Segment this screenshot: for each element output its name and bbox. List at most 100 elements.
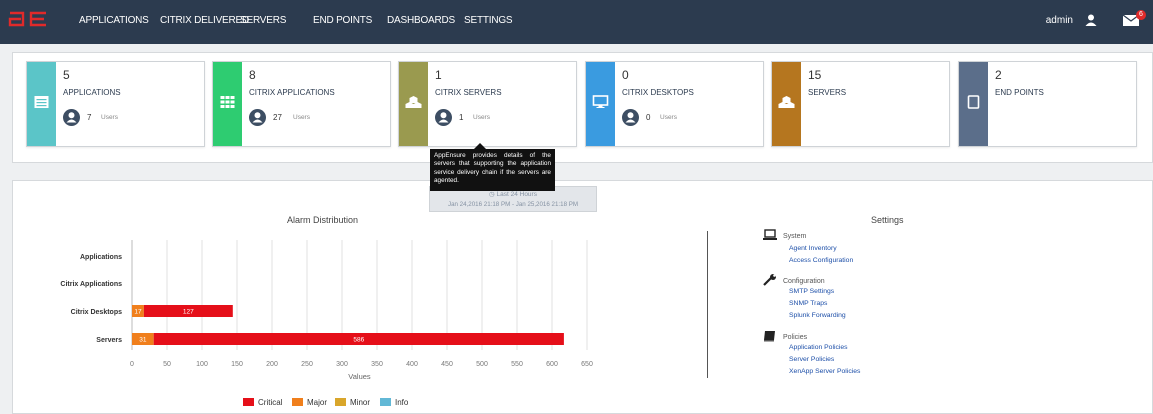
vertical-divider [707,231,708,378]
tile-users-label: Users [473,114,490,121]
x-tick-label: 0 [130,361,134,368]
top-navbar: APPLICATIONS CITRIX DELIVERED SERVERS EN… [0,0,1153,44]
tile-count: 1 [435,68,442,82]
legend-major-swatch [292,398,303,406]
tile-color-strip [399,62,428,146]
tablet-icon [967,95,980,109]
tile-citrix-applications[interactable]: 8 CITRIX APPLICATIONS 27 Users [212,61,391,147]
nav-end-points[interactable]: END POINTS [313,15,372,26]
tile-citrix-servers[interactable]: 1 CITRIX SERVERS 1 Users [398,61,577,147]
bar-value-label: 586 [353,337,364,344]
link-agent-inventory[interactable]: Agent Inventory [789,245,837,252]
x-tick-label: 550 [511,361,523,368]
category-label: Citrix Applications [60,281,122,288]
settings-group-label: Configuration [783,278,825,285]
link-server-policies[interactable]: Server Policies [789,356,834,363]
tile-applications[interactable]: 5 APPLICATIONS 7 Users [26,61,205,147]
nav-applications[interactable]: APPLICATIONS [79,15,149,26]
bar-value-label: 31 [139,337,147,344]
x-tick-label: 400 [406,361,418,368]
settings-title: Settings [871,215,904,225]
bar-value-label: 127 [183,309,194,316]
x-tick-label: 650 [581,361,593,368]
tile-users-count: 7 [87,113,92,122]
tile-users-count: 27 [273,113,282,122]
clock-icon: ◷ [489,191,495,198]
nav-dashboards[interactable]: DASHBOARDS [387,15,455,26]
tile-title: CITRIX SERVERS [435,88,502,97]
x-tick-label: 450 [441,361,453,368]
tile-title: CITRIX DESKTOPS [622,88,694,97]
link-smtp-settings[interactable]: SMTP Settings [789,288,834,295]
tile-title: SERVERS [808,88,847,97]
settings-group-label: System [783,233,807,240]
cubes-icon [778,96,795,108]
cubes-icon [405,96,422,108]
tile-title: CITRIX APPLICATIONS [249,88,335,97]
legend-critical-label: Critical [258,398,283,407]
tile-color-strip [959,62,988,146]
tile-count: 2 [995,68,1002,82]
book-icon [764,331,775,342]
tile-servers[interactable]: 15 SERVERS [771,61,950,147]
user-circle-icon [435,109,452,126]
user-circle-icon [63,109,80,126]
legend-info-label: Info [395,398,409,407]
chart-title: Alarm Distribution [287,215,359,225]
x-tick-label: 250 [301,361,313,368]
x-tick-label: 150 [231,361,243,368]
tile-users-count: 1 [459,113,464,122]
legend-critical-swatch [243,398,254,406]
tile-users-label: Users [293,114,310,121]
legend-minor[interactable]: Minor [335,398,370,407]
link-snmp-traps[interactable]: SNMP Traps [789,300,827,307]
bar-value-label: 17 [134,309,142,316]
user-name[interactable]: admin [1046,15,1073,26]
user-circle-icon [249,109,266,126]
tile-count: 5 [63,68,70,82]
tile-count: 0 [622,68,629,82]
appensure-logo[interactable] [8,9,48,29]
time-range-text: Last 24 Hours [496,191,537,198]
x-tick-label: 600 [546,361,558,368]
mail-count-badge: 6 [1136,10,1146,20]
legend-major-label: Major [307,398,328,407]
tile-end-points[interactable]: 2 END POINTS [958,61,1137,147]
grid-icon [220,96,235,108]
x-tick-label: 200 [266,361,278,368]
link-access-configuration[interactable]: Access Configuration [789,257,853,264]
legend-major[interactable]: Major [292,398,327,407]
tile-color-strip [586,62,615,146]
link-splunk-forwarding[interactable]: Splunk Forwarding [789,312,846,319]
wrench-icon [763,274,776,286]
tile-color-strip [772,62,801,146]
tile-users-label: Users [101,114,118,121]
link-application-policies[interactable]: Application Policies [789,344,848,351]
legend-critical[interactable]: Critical [243,398,282,407]
tile-title: END POINTS [995,88,1044,97]
tile-title: APPLICATIONS [63,88,121,97]
user-circle-icon [622,109,639,126]
citrix-servers-tooltip: AppEnsure provides details of the server… [430,149,555,191]
legend-minor-label: Minor [350,398,371,407]
legend-info[interactable]: Info [380,398,408,407]
settings-group-label: Policies [783,334,808,341]
nav-settings[interactable]: SETTINGS [464,15,513,26]
tile-count: 8 [249,68,256,82]
category-label: Applications [80,254,122,261]
nav-servers[interactable]: SERVERS [240,15,286,26]
time-range-dates: Jan 24,2016 21:18 PM - Jan 25,2016 21:18… [447,201,579,208]
time-range-label: ◷ Last 24 Hours [430,190,596,198]
tile-color-strip [27,62,56,146]
nav-citrix-delivered[interactable]: CITRIX DELIVERED [160,15,249,26]
user-icon[interactable] [1085,14,1097,26]
x-tick-label: 300 [336,361,348,368]
link-xenapp-server-policies[interactable]: XenApp Server Policies [789,368,860,375]
tile-citrix-desktops[interactable]: 0 CITRIX DESKTOPS 0 Users [585,61,764,147]
tile-count: 15 [808,68,822,82]
list-icon [34,96,49,108]
legend-info-swatch [380,398,391,406]
category-label: Citrix Desktops [71,309,122,316]
monitor-icon [592,95,609,108]
laptop-icon [763,229,777,240]
